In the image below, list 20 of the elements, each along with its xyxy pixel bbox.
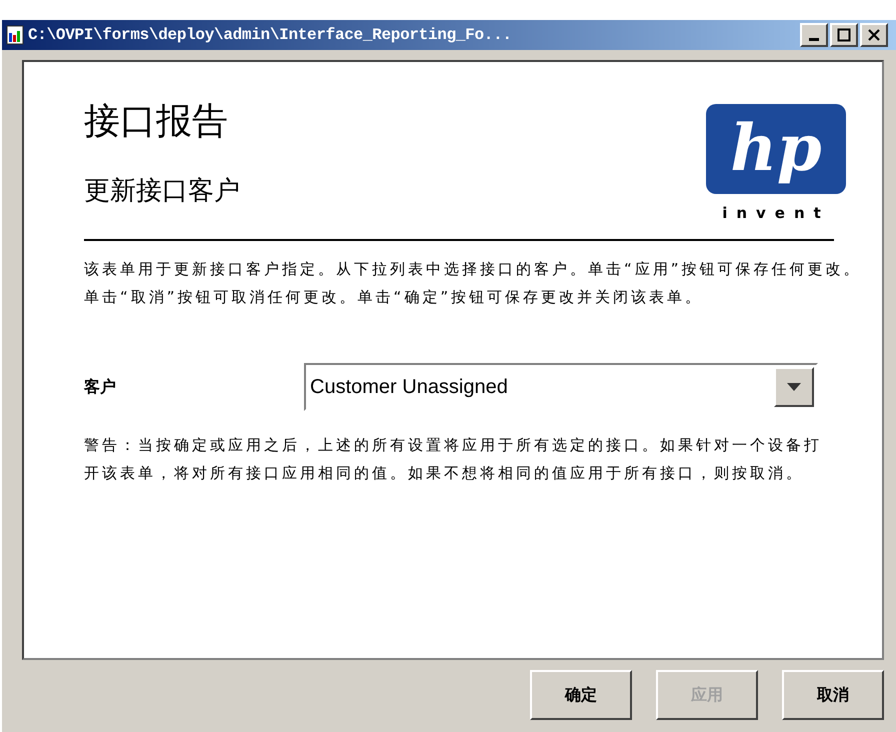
- dialog-button[interactable]: 确定: [530, 670, 632, 720]
- logo-letters: hp: [730, 117, 822, 181]
- minimize-icon: [809, 38, 819, 41]
- warning-text: 警告：当按确定或应用之后，上述的所有设置将应用于所有选定的接口。如果针对一个设备打开该表单，将对所有接口应用相同的值。如果不想将相同的值应用于所有接口，则按取消。: [84, 434, 823, 484]
- minimize-button[interactable]: [800, 23, 828, 47]
- dropdown-arrow-button[interactable]: [774, 366, 814, 406]
- customer-label: 客户: [84, 376, 117, 398]
- description-text: 该表单用于更新接口客户指定。从下拉列表中选择接口的客户。单击“应用”按钮可保存任何更改。单击“取消”按钮可取消任何更改。单击“确定”按钮可保存更改并关闭该表单。: [84, 258, 863, 308]
- form-title: 接口报告: [84, 100, 229, 144]
- window-app-icon: [6, 25, 24, 45]
- caret-icon: [787, 382, 801, 390]
- close-button[interactable]: [860, 23, 888, 47]
- maximize-icon: [837, 28, 851, 42]
- close-icon: [867, 28, 881, 42]
- logo-tagline: invent: [722, 203, 830, 224]
- window-title: C:\OVPI\forms\deploy\admin\Interface_Reporting_Fo...: [28, 25, 512, 46]
- form-subtitle: 更新接口客户: [84, 175, 240, 208]
- dialog-button[interactable]: 取消: [782, 670, 884, 720]
- maximize-button[interactable]: [830, 23, 858, 47]
- customer-dropdown[interactable]: Customer Unassigned: [304, 362, 818, 410]
